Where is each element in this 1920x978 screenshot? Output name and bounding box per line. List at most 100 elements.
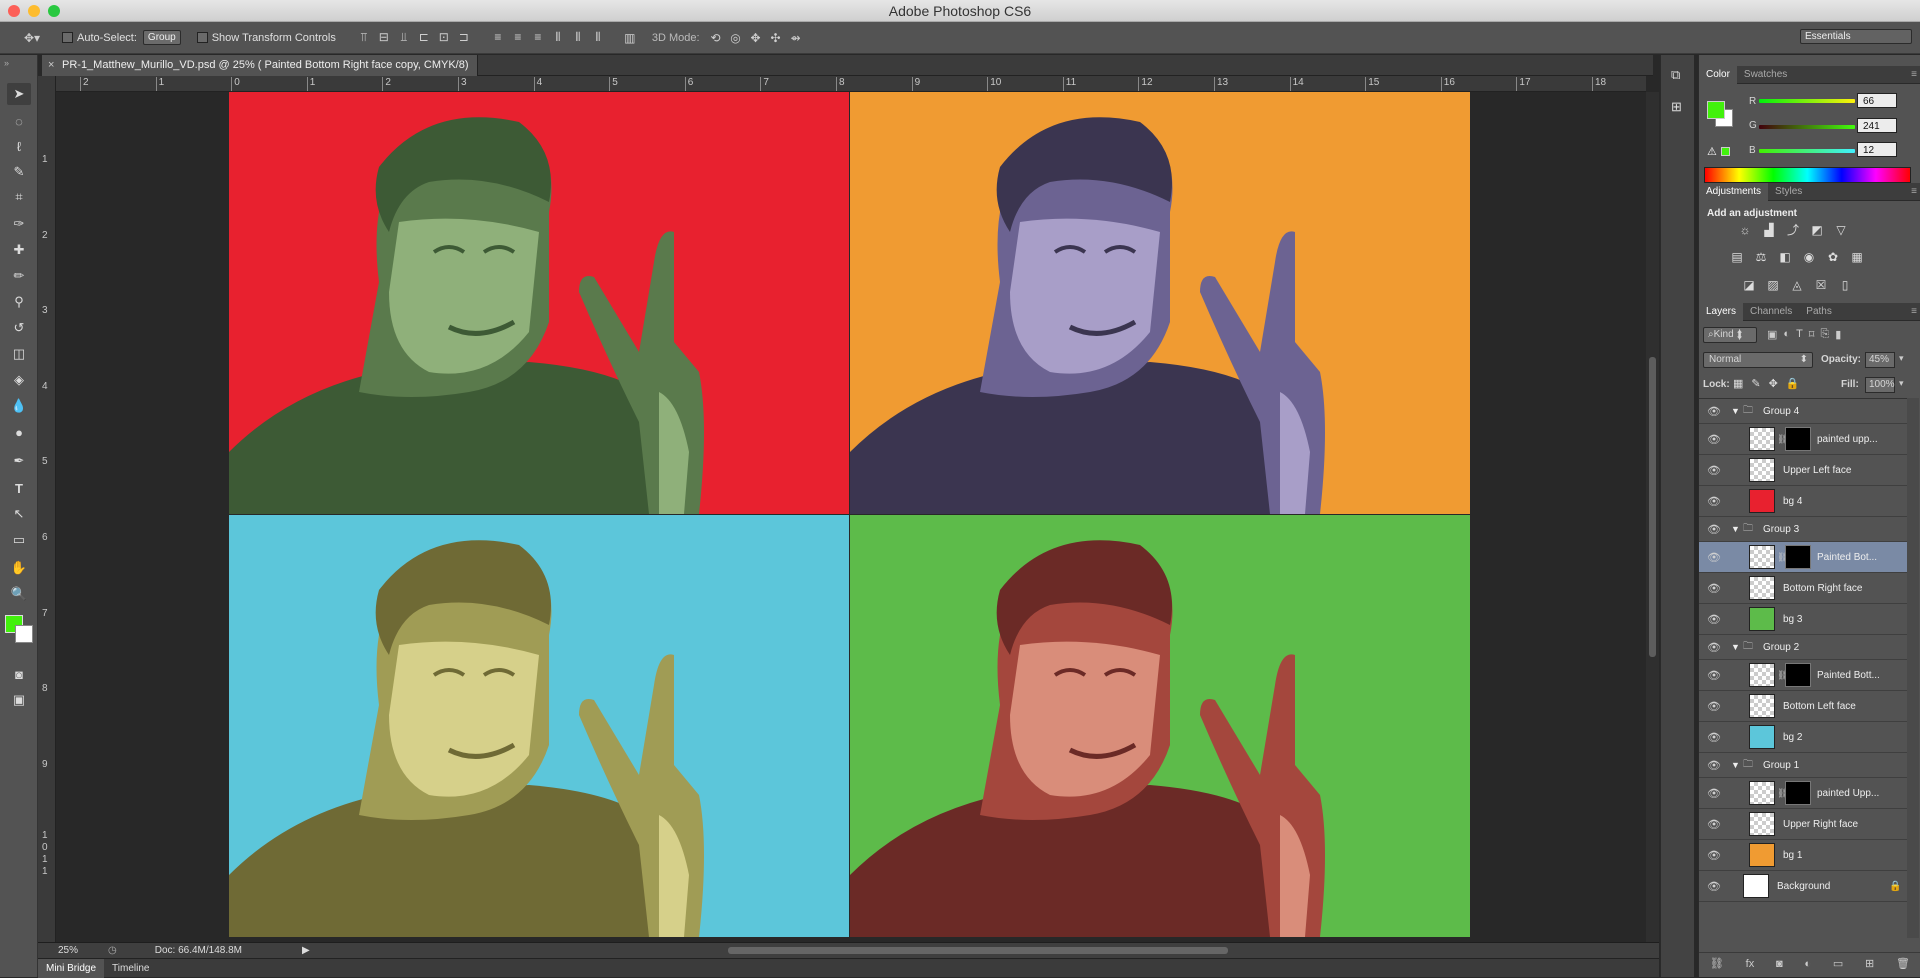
group-expand-arrow-icon[interactable]: ▼ <box>1731 642 1740 652</box>
threshold-icon[interactable]: ◬ <box>1789 278 1805 292</box>
layer-visibility-icon[interactable]: 👁 <box>1707 880 1721 893</box>
move-tool-icon[interactable]: ➤ <box>7 83 31 105</box>
group-expand-arrow-icon[interactable]: ▼ <box>1731 760 1740 770</box>
layer-row[interactable]: 👁 Bottom Right face <box>1699 573 1907 604</box>
layer-visibility-icon[interactable]: 👁 <box>1707 700 1721 713</box>
pen-tool-icon[interactable]: ✒ <box>7 450 31 472</box>
collapse-toolbar-icon[interactable]: » <box>4 58 9 68</box>
filter-shape-icon[interactable]: ⌑ <box>1809 328 1815 341</box>
tab-styles[interactable]: Styles <box>1768 183 1809 201</box>
group-expand-arrow-icon[interactable]: ▼ <box>1731 524 1740 534</box>
3d-rotate-icon[interactable]: ⟲ <box>706 29 726 47</box>
layer-row[interactable]: 👁 ⛓ painted Upp... <box>1699 778 1907 809</box>
align-right-icon[interactable]: ⊐ <box>454 28 474 46</box>
distribute-vcenter-icon[interactable]: ≡ <box>508 28 528 46</box>
channel-g-value[interactable]: 241 <box>1857 118 1897 133</box>
blur-tool-icon[interactable]: 💧 <box>7 395 31 417</box>
document-tab[interactable]: × PR-1_Matthew_Murillo_VD.psd @ 25% ( Pa… <box>42 55 478 76</box>
move-tool-preset-icon[interactable]: ✥▾ <box>22 29 42 47</box>
status-info-icon[interactable]: ◷ <box>108 945 117 956</box>
lock-all-icon[interactable]: 🔒 <box>1786 377 1800 390</box>
curves-icon[interactable]: ⤴ <box>1785 223 1801 237</box>
layer-visibility-icon[interactable]: 👁 <box>1707 613 1721 626</box>
layer-visibility-icon[interactable]: 👁 <box>1707 582 1721 595</box>
transform-controls-checkbox[interactable]: Show Transform Controls <box>196 32 336 44</box>
channel-b-value[interactable]: 12 <box>1857 142 1897 157</box>
marquee-tool-icon[interactable]: ◌ <box>7 110 31 132</box>
type-tool-icon[interactable]: T <box>7 477 31 499</box>
vertical-scrollbar[interactable] <box>1646 92 1659 942</box>
layer-row[interactable]: 👁 bg 1 <box>1699 840 1907 871</box>
artboard[interactable] <box>229 92 1470 937</box>
3d-roll-icon[interactable]: ◎ <box>726 29 746 47</box>
tab-channels[interactable]: Channels <box>1743 303 1799 321</box>
healing-brush-tool-icon[interactable]: ✚ <box>7 239 31 261</box>
artwork-quadrant[interactable] <box>850 92 1470 514</box>
distribute-top-icon[interactable]: ≡ <box>488 28 508 46</box>
crop-tool-icon[interactable]: ⌗ <box>7 186 31 208</box>
zoom-level[interactable]: 25% <box>58 945 98 956</box>
lasso-tool-icon[interactable]: ℓ <box>7 135 31 157</box>
layer-visibility-icon[interactable]: 👁 <box>1707 818 1721 831</box>
selective-color-icon[interactable]: ▯ <box>1837 278 1853 292</box>
layer-group-row[interactable]: 👁 ▼ 🗀 Group 1 <box>1699 753 1907 778</box>
lock-position-icon[interactable]: ✥ <box>1769 377 1778 390</box>
channel-g-slider[interactable] <box>1759 125 1855 129</box>
tab-adjustments[interactable]: Adjustments <box>1699 182 1769 201</box>
layer-row[interactable]: 👁 Bottom Left face <box>1699 691 1907 722</box>
3d-slide-icon[interactable]: ✣ <box>766 29 786 47</box>
history-brush-tool-icon[interactable]: ↺ <box>7 317 31 339</box>
tab-mini-bridge[interactable]: Mini Bridge <box>38 958 105 978</box>
artwork-quadrant[interactable] <box>229 92 849 514</box>
layer-mask-thumbnail[interactable] <box>1785 781 1811 805</box>
posterize-icon[interactable]: ▨ <box>1765 278 1781 292</box>
tab-layers[interactable]: Layers <box>1699 302 1744 321</box>
vibrance-icon[interactable]: ▽ <box>1833 223 1849 237</box>
tab-color[interactable]: Color <box>1699 65 1737 84</box>
layer-mask-thumbnail[interactable] <box>1785 663 1811 687</box>
layer-visibility-icon[interactable]: 👁 <box>1707 787 1721 800</box>
photo-filter-icon[interactable]: ◉ <box>1801 250 1817 264</box>
layer-visibility-icon[interactable]: 👁 <box>1707 641 1721 654</box>
layer-visibility-icon[interactable]: 👁 <box>1707 495 1721 508</box>
brush-tool-icon[interactable]: ✏ <box>7 265 31 287</box>
layer-visibility-icon[interactable]: 👁 <box>1707 433 1721 446</box>
layer-visibility-icon[interactable]: 👁 <box>1707 759 1721 772</box>
delete-layer-icon[interactable]: 🗑 <box>1896 957 1910 970</box>
layer-group-row[interactable]: 👁 ▼ 🗀 Group 3 <box>1699 517 1907 542</box>
filter-adjustment-icon[interactable]: ◐ <box>1783 328 1790 341</box>
channel-r-slider[interactable] <box>1759 99 1855 103</box>
vertical-scroll-thumb[interactable] <box>1649 357 1656 657</box>
out-of-gamut-warning-icon[interactable]: ⚠ <box>1707 145 1717 158</box>
opacity-field[interactable]: 45% <box>1865 352 1895 368</box>
layer-mask-thumbnail[interactable] <box>1785 427 1811 451</box>
adjustments-panel-menu-icon[interactable]: ≡ <box>1911 186 1917 197</box>
layer-group-row[interactable]: 👁 ▼ 🗀 Group 2 <box>1699 635 1907 660</box>
layer-visibility-icon[interactable]: 👁 <box>1707 669 1721 682</box>
background-color-swatch[interactable] <box>15 625 33 643</box>
layer-row[interactable]: 👁 Background 🔒 <box>1699 871 1907 902</box>
layer-row[interactable]: 👁 bg 4 <box>1699 486 1907 517</box>
tab-timeline[interactable]: Timeline <box>104 959 157 978</box>
channel-b-slider[interactable] <box>1759 149 1855 153</box>
eraser-tool-icon[interactable]: ◫ <box>7 343 31 365</box>
distribute-left-icon[interactable]: ⦀ <box>548 29 568 47</box>
paint-bucket-tool-icon[interactable]: ◈ <box>7 369 31 391</box>
screen-mode-icon[interactable]: ▣ <box>7 689 31 711</box>
eyedropper-tool-icon[interactable]: ✑ <box>7 213 31 235</box>
zoom-window-button[interactable] <box>48 5 60 17</box>
path-selection-tool-icon[interactable]: ↖ <box>7 503 31 525</box>
align-top-icon[interactable]: ⫪ <box>354 29 374 47</box>
layer-mask-thumbnail[interactable] <box>1785 545 1811 569</box>
layer-filter-dropdown[interactable]: ⌕Kind ⬍ <box>1703 327 1757 343</box>
distribute-hcenter-icon[interactable]: ⦀ <box>568 29 588 47</box>
align-left-icon[interactable]: ⊏ <box>414 28 434 46</box>
quick-mask-icon[interactable]: ◙ <box>7 663 31 685</box>
artwork-quadrant[interactable] <box>850 515 1470 937</box>
status-menu-arrow-icon[interactable]: ▶ <box>302 945 310 956</box>
new-layer-icon[interactable]: ⊞ <box>1865 957 1874 970</box>
layer-row[interactable]: 👁 Upper Left face <box>1699 455 1907 486</box>
layer-visibility-icon[interactable]: 👁 <box>1707 731 1721 744</box>
lock-transparent-icon[interactable]: ▦ <box>1733 377 1743 390</box>
3d-scale-icon[interactable]: ⇴ <box>786 29 806 47</box>
